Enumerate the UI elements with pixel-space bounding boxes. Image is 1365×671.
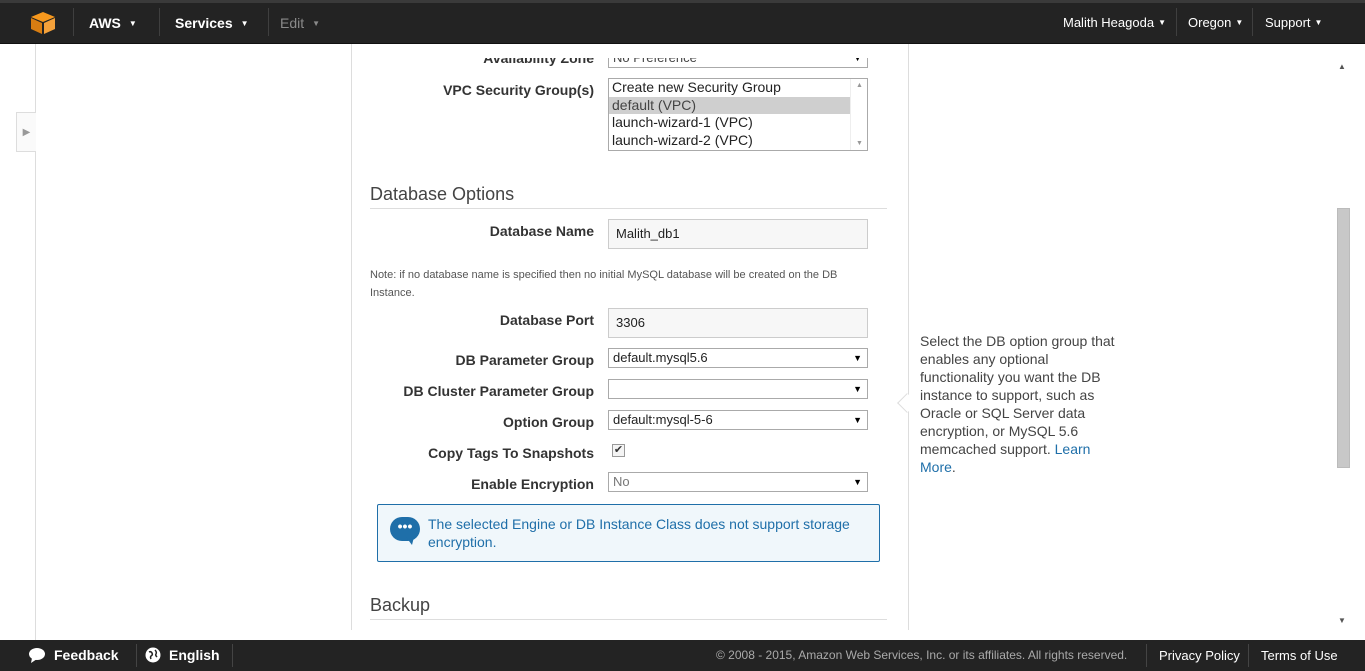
aws-menu[interactable]: AWS ▼ [89,0,137,44]
list-option[interactable]: Create new Security Group [609,79,867,97]
dropdown-arrow-icon: ▼ [853,353,862,363]
user-menu[interactable]: Malith Heagoda ▼ [1063,0,1166,44]
vpc-security-groups-label: VPC Security Group(s) [443,82,594,98]
option-group-label: Option Group [503,414,594,430]
scroll-down-icon[interactable]: ▼ [1338,616,1346,625]
enable-encryption-select[interactable]: No ▼ [608,472,868,492]
db-parameter-group-value: default.mysql5.6 [613,350,708,365]
chevron-down-icon: ▼ [240,19,249,28]
database-name-note: Note: if no database name is specified t… [370,269,838,299]
db-parameter-group-label: DB Parameter Group [455,352,594,368]
support-menu[interactable]: Support ▼ [1265,0,1322,44]
scroll-cutoff-mask [352,44,908,58]
enable-encryption-label: Enable Encryption [471,476,594,492]
db-parameter-group-select[interactable]: default.mysql5.6 ▼ [608,348,868,368]
help-trailing: . [951,459,956,475]
nav-separator [1252,8,1253,36]
launch-db-form-panel: Availability Zone No Preference ▼ VPC Se… [351,44,909,630]
option-group-help: Select the DB option group that enables … [920,332,1125,476]
top-navigation-bar: AWS ▼ Services ▼ Edit ▼ Malith Heagoda ▼ Ore… [0,0,1365,44]
option-group-select[interactable]: default:mysql-5-6 ▼ [608,410,868,430]
vpc-security-groups-listbox[interactable]: Create new Security Group default (VPC) … [608,78,868,151]
scrollbar-thumb[interactable] [1337,208,1350,468]
dropdown-arrow-icon: ▼ [853,477,862,487]
privacy-policy-link[interactable]: Privacy Policy [1159,640,1240,671]
left-rail: ▶ [0,44,36,640]
chevron-down-icon: ▼ [312,19,321,28]
chevron-down-icon: ▼ [1158,18,1166,27]
help-text: Select the DB option group that enables … [920,333,1115,457]
database-name-input[interactable]: Malith_db1 [608,219,868,249]
globe-icon [145,647,161,663]
encryption-info-alert: ••• The selected Engine or DB Instance C… [377,504,880,562]
enable-encryption-value: No [613,474,630,489]
copyright-text: © 2008 - 2015, Amazon Web Services, Inc.… [716,648,1128,662]
scroll-up-icon[interactable]: ▲ [856,82,863,89]
nav-separator [268,8,269,36]
database-options-heading: Database Options [370,184,515,204]
feedback-icon [29,648,45,663]
nav-separator [159,8,160,36]
page-scrollbar[interactable]: ▲ ▼ [1334,58,1352,632]
edit-menu-label: Edit [280,15,305,31]
footer-bar: Feedback English © 2008 - 2015, Amazon W… [0,640,1365,671]
footer-separator [136,644,137,667]
footer-separator [1146,644,1147,667]
encryption-info-message: The selected Engine or DB Instance Class… [428,516,850,550]
nav-separator [73,8,74,36]
copy-tags-checkbox[interactable]: ✔ [612,444,625,457]
backup-heading: Backup [370,595,431,615]
aws-menu-label: AWS [89,15,121,31]
dropdown-arrow-icon: ▼ [853,415,862,425]
footer-separator [232,644,233,667]
database-name-label: Database Name [489,223,594,239]
listbox-scrollbar[interactable]: ▲ ▼ [850,79,867,150]
copy-tags-label: Copy Tags To Snapshots [428,445,594,461]
support-menu-label: Support [1265,15,1311,30]
chevron-down-icon: ▼ [128,19,137,28]
terms-of-use-link[interactable]: Terms of Use [1261,640,1338,671]
footer-separator [1248,644,1249,667]
aws-cube-icon[interactable] [30,11,56,35]
scroll-down-icon[interactable]: ▼ [856,140,863,147]
chevron-down-icon: ▼ [1235,18,1244,27]
dropdown-arrow-icon: ▼ [853,384,862,394]
services-menu-label: Services [175,15,233,31]
feedback-label: Feedback [54,647,119,663]
database-port-input[interactable]: 3306 [608,308,868,338]
option-group-value: default:mysql-5-6 [613,412,713,427]
chevron-down-icon: ▼ [1314,18,1323,27]
region-menu-label: Oregon [1188,15,1232,30]
db-cluster-parameter-group-select[interactable]: ▼ [608,379,868,399]
list-option-selected[interactable]: default (VPC) [609,96,867,114]
scroll-up-icon[interactable]: ▲ [1338,62,1346,71]
section-divider [370,619,887,620]
list-option[interactable]: launch-wizard-1 (VPC) [609,114,867,132]
chat-bubble-icon: ••• [390,517,420,545]
section-divider [370,208,887,209]
list-option[interactable]: launch-wizard-2 (VPC) [609,132,867,150]
user-menu-label: Malith Heagoda [1063,15,1155,30]
edit-menu[interactable]: Edit ▼ [280,0,320,44]
database-port-label: Database Port [499,312,594,328]
region-menu[interactable]: Oregon ▼ [1188,0,1243,44]
expand-arrow-icon[interactable]: ▶ [16,112,36,152]
services-menu[interactable]: Services ▼ [175,0,249,44]
feedback-button[interactable]: Feedback [28,640,119,671]
language-label: English [169,647,220,663]
db-cluster-parameter-group-label: DB Cluster Parameter Group [403,383,594,399]
language-selector[interactable]: English [145,640,220,671]
nav-separator [1176,8,1177,36]
